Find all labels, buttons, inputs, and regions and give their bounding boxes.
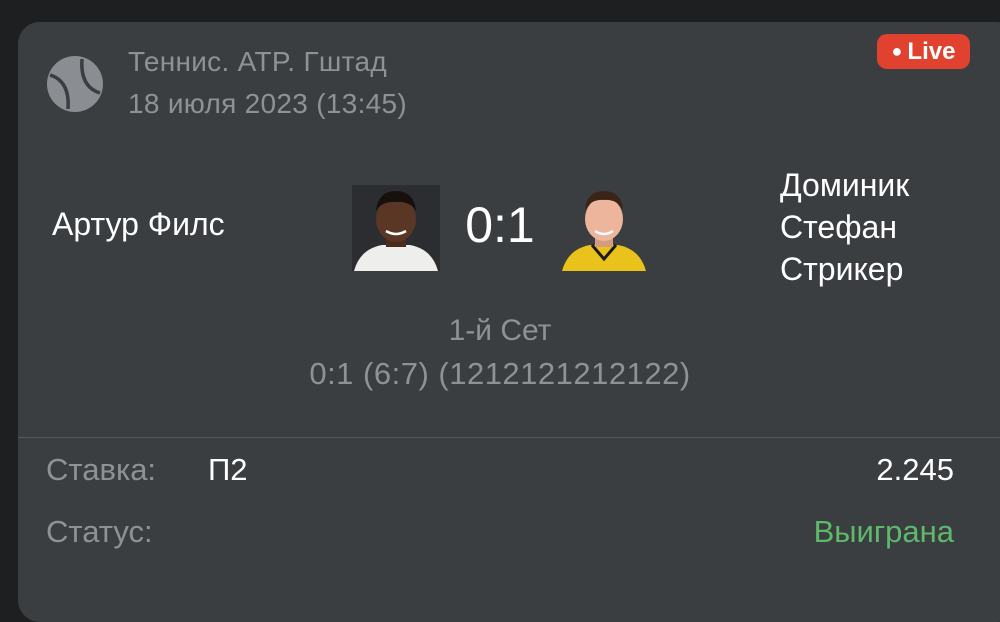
league-title: Теннис. ATP. Гштад	[128, 46, 387, 77]
player1-avatar	[352, 185, 440, 271]
player2-name-line: Стрикер	[780, 251, 904, 287]
bet-value: П2	[208, 452, 248, 487]
tennis-ball-icon	[47, 56, 103, 112]
status-value: Выиграна	[813, 514, 954, 549]
live-badge: ● Live	[877, 34, 970, 69]
bet-label: Ставка:	[46, 452, 157, 487]
player2-name-line: Доминик	[780, 167, 910, 203]
set-score-detail: 0:1 (6:7) (1212121212122)	[309, 356, 691, 391]
bet-odds: 2.245	[876, 452, 954, 487]
match-score: 0:1	[465, 197, 535, 253]
live-badge-label: Live	[907, 37, 956, 65]
live-dot-icon: ●	[891, 41, 903, 61]
player2-name: Доминик Стефан Стрикер	[780, 164, 909, 290]
player1-name: Артур Филс	[52, 206, 225, 242]
status-label: Статус:	[46, 514, 153, 549]
divider	[18, 437, 1000, 438]
set-title: 1-й Сет	[448, 314, 552, 347]
match-datetime: 18 июля 2023 (13:45)	[128, 88, 408, 119]
player2-name-line: Стефан	[780, 209, 897, 245]
player2-avatar	[560, 185, 648, 271]
